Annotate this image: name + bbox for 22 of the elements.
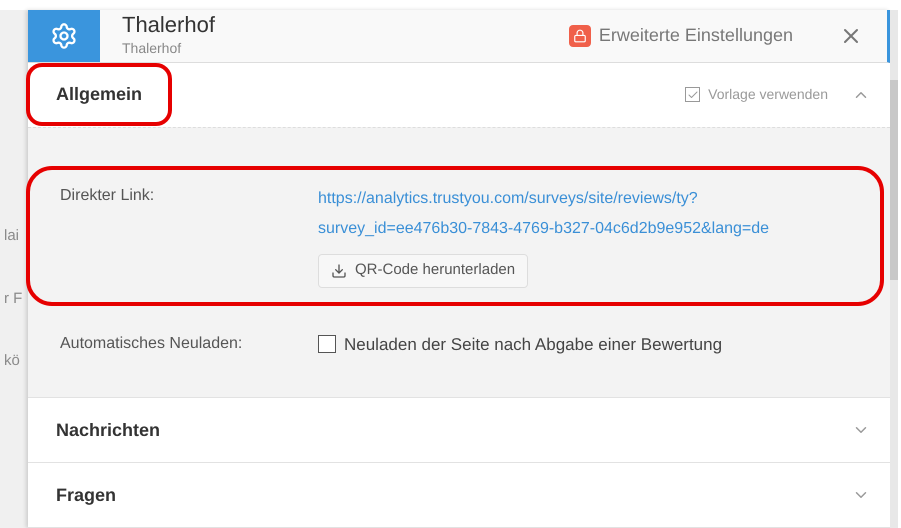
field-label: Direkter Link: [60,186,156,206]
settings-icon [50,22,78,50]
section-title: Nachrichten [55,418,162,442]
section-title: Fragen [55,484,118,507]
lock-icon [568,24,591,47]
check-icon [686,88,699,100]
checkbox-label: Neuladen der Seite nach Abgabe einer Bewertung [344,334,722,356]
advanced-settings-button[interactable]: Erweiterte Einstellungen [568,22,793,50]
background-text: lai [3,226,20,246]
section-header[interactable]: Allgemein Vorlage verwenden [28,62,890,126]
checkbox[interactable] [318,335,336,354]
window-title: Thalerhof [122,12,215,38]
download-icon [331,262,347,278]
background-text: kö [3,351,21,372]
section-header[interactable]: Fragen [28,463,890,527]
checkbox-label: Vorlage verwenden [708,85,828,104]
field-label: Automatisches Neuladen: [60,334,244,354]
qr-download-button[interactable]: QR-Code herunterladen [318,254,528,288]
background-text: r F [3,288,24,309]
checkbox[interactable] [685,87,700,102]
section-header[interactable]: Nachrichten [28,398,890,462]
window-subtitle: Thalerhof [122,39,182,58]
